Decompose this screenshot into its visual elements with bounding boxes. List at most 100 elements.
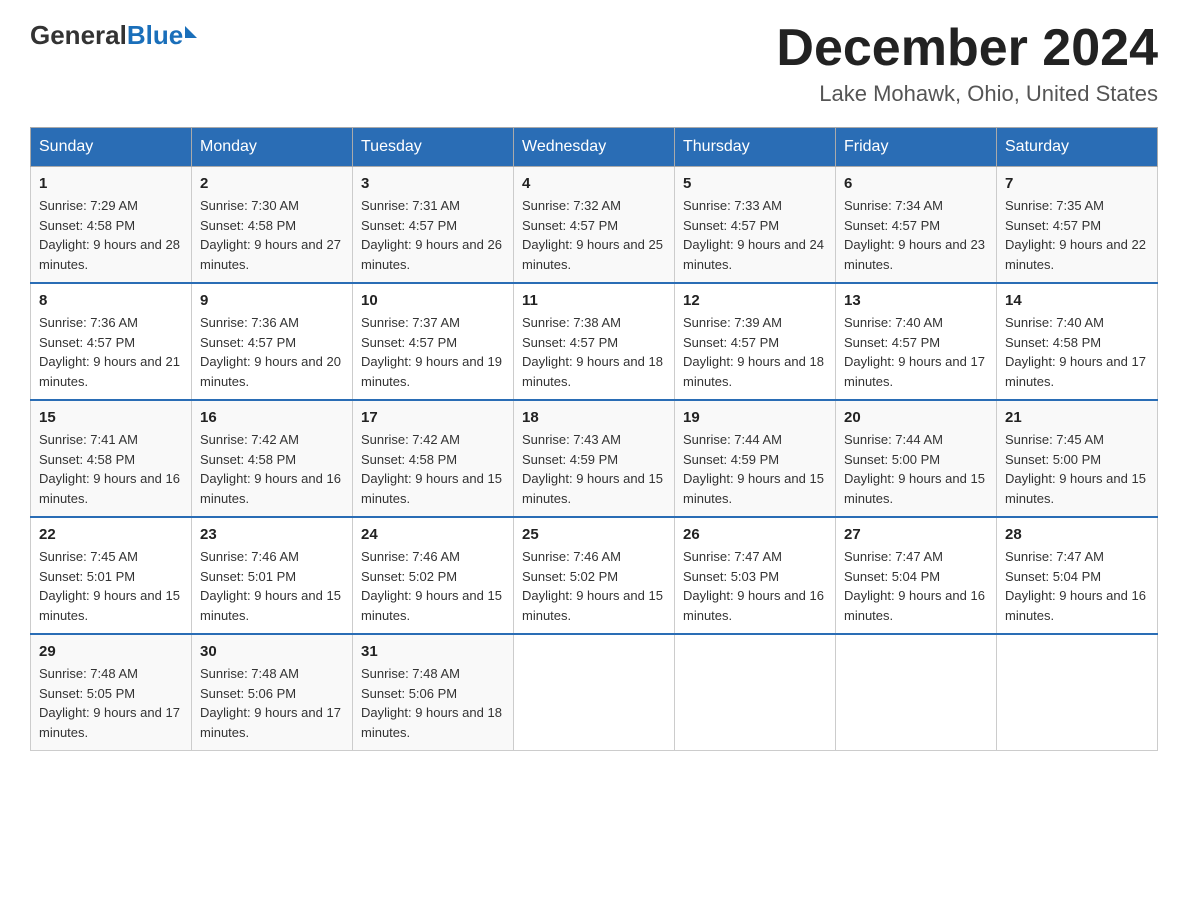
day-number: 23 (200, 526, 344, 543)
daylight-label: Daylight: 9 hours and 15 minutes. (39, 588, 180, 623)
sunrise-label: Sunrise: 7:36 AM (200, 315, 299, 330)
calendar-cell: 5 Sunrise: 7:33 AM Sunset: 4:57 PM Dayli… (675, 167, 836, 284)
sunrise-label: Sunrise: 7:46 AM (200, 549, 299, 564)
sunset-label: Sunset: 4:57 PM (683, 218, 779, 233)
sunrise-label: Sunrise: 7:48 AM (39, 666, 138, 681)
logo-blue-text: Blue (127, 20, 183, 51)
sunrise-label: Sunrise: 7:46 AM (522, 549, 621, 564)
day-info: Sunrise: 7:40 AM Sunset: 4:58 PM Dayligh… (1005, 313, 1149, 391)
sunrise-label: Sunrise: 7:39 AM (683, 315, 782, 330)
calendar-week-row: 15 Sunrise: 7:41 AM Sunset: 4:58 PM Dayl… (31, 400, 1158, 517)
title-section: December 2024 Lake Mohawk, Ohio, United … (776, 20, 1158, 107)
day-number: 2 (200, 175, 344, 192)
daylight-label: Daylight: 9 hours and 16 minutes. (683, 588, 824, 623)
day-info: Sunrise: 7:48 AM Sunset: 5:06 PM Dayligh… (361, 664, 505, 742)
day-number: 19 (683, 409, 827, 426)
day-number: 9 (200, 292, 344, 309)
day-number: 15 (39, 409, 183, 426)
weekday-header-tuesday: Tuesday (353, 128, 514, 167)
day-info: Sunrise: 7:41 AM Sunset: 4:58 PM Dayligh… (39, 430, 183, 508)
day-info: Sunrise: 7:36 AM Sunset: 4:57 PM Dayligh… (200, 313, 344, 391)
sunrise-label: Sunrise: 7:37 AM (361, 315, 460, 330)
day-number: 12 (683, 292, 827, 309)
day-info: Sunrise: 7:48 AM Sunset: 5:06 PM Dayligh… (200, 664, 344, 742)
calendar-cell: 11 Sunrise: 7:38 AM Sunset: 4:57 PM Dayl… (514, 283, 675, 400)
sunrise-label: Sunrise: 7:42 AM (200, 432, 299, 447)
day-number: 17 (361, 409, 505, 426)
day-info: Sunrise: 7:36 AM Sunset: 4:57 PM Dayligh… (39, 313, 183, 391)
logo: General Blue (30, 20, 197, 51)
day-number: 3 (361, 175, 505, 192)
sunrise-label: Sunrise: 7:35 AM (1005, 198, 1104, 213)
day-info: Sunrise: 7:39 AM Sunset: 4:57 PM Dayligh… (683, 313, 827, 391)
calendar-week-row: 1 Sunrise: 7:29 AM Sunset: 4:58 PM Dayli… (31, 167, 1158, 284)
sunrise-label: Sunrise: 7:40 AM (1005, 315, 1104, 330)
sunset-label: Sunset: 5:00 PM (1005, 452, 1101, 467)
weekday-header-thursday: Thursday (675, 128, 836, 167)
calendar-cell: 1 Sunrise: 7:29 AM Sunset: 4:58 PM Dayli… (31, 167, 192, 284)
daylight-label: Daylight: 9 hours and 20 minutes. (200, 354, 341, 389)
sunset-label: Sunset: 5:06 PM (361, 686, 457, 701)
sunrise-label: Sunrise: 7:43 AM (522, 432, 621, 447)
daylight-label: Daylight: 9 hours and 15 minutes. (361, 471, 502, 506)
day-number: 25 (522, 526, 666, 543)
sunrise-label: Sunrise: 7:30 AM (200, 198, 299, 213)
calendar-cell (514, 634, 675, 751)
daylight-label: Daylight: 9 hours and 15 minutes. (200, 588, 341, 623)
sunset-label: Sunset: 4:58 PM (361, 452, 457, 467)
calendar-cell: 7 Sunrise: 7:35 AM Sunset: 4:57 PM Dayli… (997, 167, 1158, 284)
daylight-label: Daylight: 9 hours and 15 minutes. (361, 588, 502, 623)
calendar-cell: 20 Sunrise: 7:44 AM Sunset: 5:00 PM Dayl… (836, 400, 997, 517)
day-info: Sunrise: 7:31 AM Sunset: 4:57 PM Dayligh… (361, 196, 505, 274)
day-number: 30 (200, 643, 344, 660)
weekday-header-friday: Friday (836, 128, 997, 167)
day-number: 24 (361, 526, 505, 543)
day-info: Sunrise: 7:48 AM Sunset: 5:05 PM Dayligh… (39, 664, 183, 742)
daylight-label: Daylight: 9 hours and 17 minutes. (39, 705, 180, 740)
calendar-cell (836, 634, 997, 751)
daylight-label: Daylight: 9 hours and 15 minutes. (522, 588, 663, 623)
sunset-label: Sunset: 4:59 PM (522, 452, 618, 467)
calendar-cell: 30 Sunrise: 7:48 AM Sunset: 5:06 PM Dayl… (192, 634, 353, 751)
sunrise-label: Sunrise: 7:40 AM (844, 315, 943, 330)
day-info: Sunrise: 7:46 AM Sunset: 5:02 PM Dayligh… (522, 547, 666, 625)
calendar-cell: 19 Sunrise: 7:44 AM Sunset: 4:59 PM Dayl… (675, 400, 836, 517)
calendar-week-row: 22 Sunrise: 7:45 AM Sunset: 5:01 PM Dayl… (31, 517, 1158, 634)
day-number: 6 (844, 175, 988, 192)
sunrise-label: Sunrise: 7:41 AM (39, 432, 138, 447)
sunset-label: Sunset: 5:00 PM (844, 452, 940, 467)
day-number: 8 (39, 292, 183, 309)
sunset-label: Sunset: 4:59 PM (683, 452, 779, 467)
sunrise-label: Sunrise: 7:47 AM (1005, 549, 1104, 564)
calendar-cell: 17 Sunrise: 7:42 AM Sunset: 4:58 PM Dayl… (353, 400, 514, 517)
day-info: Sunrise: 7:47 AM Sunset: 5:04 PM Dayligh… (1005, 547, 1149, 625)
daylight-label: Daylight: 9 hours and 18 minutes. (361, 705, 502, 740)
daylight-label: Daylight: 9 hours and 23 minutes. (844, 237, 985, 272)
sunrise-label: Sunrise: 7:38 AM (522, 315, 621, 330)
daylight-label: Daylight: 9 hours and 28 minutes. (39, 237, 180, 272)
day-info: Sunrise: 7:45 AM Sunset: 5:00 PM Dayligh… (1005, 430, 1149, 508)
day-info: Sunrise: 7:43 AM Sunset: 4:59 PM Dayligh… (522, 430, 666, 508)
daylight-label: Daylight: 9 hours and 19 minutes. (361, 354, 502, 389)
daylight-label: Daylight: 9 hours and 18 minutes. (522, 354, 663, 389)
sunrise-label: Sunrise: 7:42 AM (361, 432, 460, 447)
calendar-cell: 2 Sunrise: 7:30 AM Sunset: 4:58 PM Dayli… (192, 167, 353, 284)
sunset-label: Sunset: 5:03 PM (683, 569, 779, 584)
sunset-label: Sunset: 5:04 PM (844, 569, 940, 584)
calendar-cell: 22 Sunrise: 7:45 AM Sunset: 5:01 PM Dayl… (31, 517, 192, 634)
calendar-cell: 9 Sunrise: 7:36 AM Sunset: 4:57 PM Dayli… (192, 283, 353, 400)
daylight-label: Daylight: 9 hours and 21 minutes. (39, 354, 180, 389)
day-info: Sunrise: 7:32 AM Sunset: 4:57 PM Dayligh… (522, 196, 666, 274)
sunset-label: Sunset: 5:01 PM (39, 569, 135, 584)
sunset-label: Sunset: 4:58 PM (39, 452, 135, 467)
calendar-cell: 21 Sunrise: 7:45 AM Sunset: 5:00 PM Dayl… (997, 400, 1158, 517)
day-number: 7 (1005, 175, 1149, 192)
calendar-subtitle: Lake Mohawk, Ohio, United States (776, 81, 1158, 107)
sunrise-label: Sunrise: 7:45 AM (39, 549, 138, 564)
sunrise-label: Sunrise: 7:48 AM (200, 666, 299, 681)
daylight-label: Daylight: 9 hours and 18 minutes. (683, 354, 824, 389)
day-number: 20 (844, 409, 988, 426)
daylight-label: Daylight: 9 hours and 25 minutes. (522, 237, 663, 272)
day-number: 11 (522, 292, 666, 309)
sunset-label: Sunset: 4:57 PM (844, 218, 940, 233)
